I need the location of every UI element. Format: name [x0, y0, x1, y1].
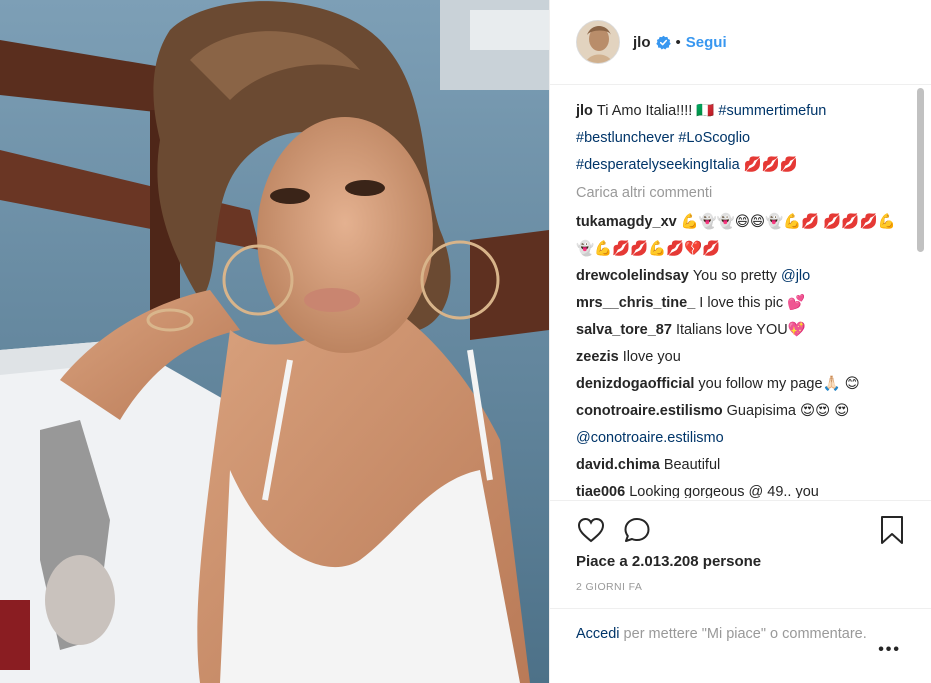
caption-text: Ti Amo Italia!!!! 🇮🇹	[596, 103, 719, 119]
comment-item: conotroaire.estilismo Guapisima 😍😍 😍@cono…	[576, 398, 905, 452]
comment-icon[interactable]	[622, 515, 652, 545]
comment-username[interactable]: tukamagdy_xv	[576, 214, 677, 230]
comment-username[interactable]: david.chima	[576, 457, 660, 473]
scrollbar-thumb[interactable]	[917, 88, 924, 252]
caption-hashtag[interactable]: #summertimefun	[718, 103, 826, 119]
comment-text: Italians love YOU💖	[675, 322, 806, 338]
comment-mention[interactable]: @conotroaire.estilismo	[576, 430, 724, 446]
login-prompt: Accedi per mettere "Mi piace" o commenta…	[550, 608, 931, 683]
comment-text: Beautiful	[663, 457, 721, 473]
comment-item: zeezis Ilove you	[576, 344, 905, 371]
comment-mention[interactable]: @jlo	[781, 268, 810, 284]
caption-emoji: 💋💋💋	[739, 157, 798, 173]
login-link[interactable]: Accedi	[576, 626, 620, 642]
comment-username[interactable]: mrs__chris_tine_	[576, 295, 695, 311]
comment-item: denizdogaofficial you follow my page🙏🏻 😊	[576, 371, 905, 398]
comment-username[interactable]: drewcolelindsay	[576, 268, 689, 284]
comment-item: drewcolelindsay You so pretty @jlo	[576, 263, 905, 290]
photo-illustration	[0, 0, 549, 683]
comment-username[interactable]: tiae006	[576, 484, 625, 498]
comment-text: I love this pic 💕	[699, 295, 806, 311]
comment-username[interactable]: salva_tore_87	[576, 322, 672, 338]
comment-text: Looking gorgeous @ 49.. you	[629, 484, 819, 498]
post-side-panel: jlo • Segui jlo Ti Amo Italia!!!! 🇮🇹 #sum…	[549, 0, 931, 683]
comments-scrollbar[interactable]	[917, 86, 925, 496]
separator-dot: •	[675, 33, 681, 51]
comment-item: tiae006 Looking gorgeous @ 49.. you	[576, 479, 905, 498]
comment-username[interactable]: zeezis	[576, 349, 619, 365]
post-date: 2 GIORNI FA	[576, 581, 643, 593]
verified-badge-icon	[655, 35, 671, 49]
comment-text: you follow my page🙏🏻 😊	[698, 376, 860, 392]
comment-text: Guapisima 😍😍 😍	[726, 403, 850, 419]
likes-count[interactable]: Piace a 2.013.208 persone	[576, 553, 761, 570]
more-options-button[interactable]: •••	[878, 639, 901, 661]
comment-item: mrs__chris_tine_ I love this pic 💕	[576, 290, 905, 317]
post-actions: Piace a 2.013.208 persone 2 GIORNI FA	[550, 500, 931, 620]
comments-list[interactable]: jlo Ti Amo Italia!!!! 🇮🇹 #summertimefun #…	[550, 86, 931, 498]
bookmark-icon[interactable]	[879, 515, 905, 545]
comment-text: Ilove you	[622, 349, 681, 365]
comment-username[interactable]: conotroaire.estilismo	[576, 403, 723, 419]
comment-text: You so pretty	[692, 268, 781, 284]
avatar-image	[577, 21, 619, 63]
comment-item: tukamagdy_xv 💪👻👻😄😄👻💪💋 💋💋💋💪👻💪💋💋💪💋💔💋	[576, 209, 905, 263]
post-caption: jlo Ti Amo Italia!!!! 🇮🇹 #summertimefun #…	[576, 98, 905, 179]
comment-username[interactable]: denizdogaofficial	[576, 376, 694, 392]
post-header: jlo • Segui	[550, 0, 931, 85]
avatar[interactable]	[576, 20, 620, 64]
username-link[interactable]: jlo	[633, 34, 651, 51]
comment-item: salva_tore_87 Italians love YOU💖	[576, 317, 905, 344]
caption-hashtags[interactable]: #bestlunchever #LoScoglio	[576, 130, 750, 146]
heart-icon[interactable]	[576, 515, 606, 545]
post-photo	[0, 0, 549, 683]
load-more-comments-button[interactable]: Carica altri commenti	[576, 180, 905, 207]
caption-username[interactable]: jlo	[576, 103, 593, 119]
follow-button[interactable]: Segui	[686, 34, 727, 51]
caption-hashtag[interactable]: #desperatelyseekingItalia	[576, 157, 740, 173]
login-prompt-text: per mettere "Mi piace" o commentare.	[619, 626, 867, 642]
comment-item: david.chima Beautiful	[576, 452, 905, 479]
